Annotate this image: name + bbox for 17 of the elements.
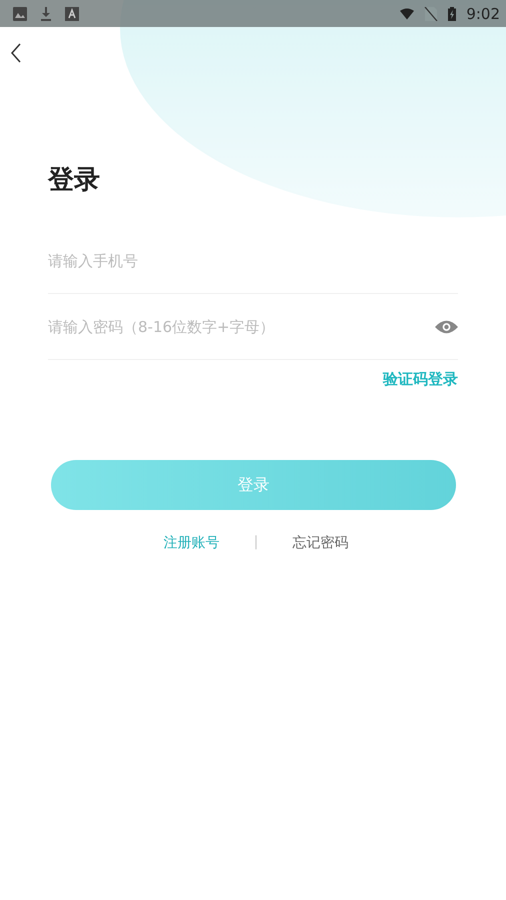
code-login-link[interactable]: 验证码登录: [383, 370, 458, 389]
wifi-icon: [400, 6, 414, 20]
text-icon: [65, 6, 79, 20]
phone-field[interactable]: 请输入手机号: [48, 252, 458, 270]
password-field[interactable]: 请输入密码（8-16位数字+字母）: [48, 318, 425, 336]
eye-icon[interactable]: [435, 320, 458, 334]
page-title: 登录: [48, 164, 100, 197]
battery-icon: [448, 6, 456, 20]
forgot-password-link[interactable]: 忘记密码: [292, 534, 348, 552]
clock-time: 9:02: [466, 4, 500, 22]
register-link[interactable]: 注册账号: [164, 534, 220, 552]
image-icon: [13, 6, 27, 20]
no-sim-icon: [424, 6, 438, 20]
back-icon[interactable]: [10, 43, 22, 63]
separator: |: [254, 534, 258, 552]
download-icon: [39, 6, 53, 20]
login-button[interactable]: 登录: [51, 460, 456, 510]
